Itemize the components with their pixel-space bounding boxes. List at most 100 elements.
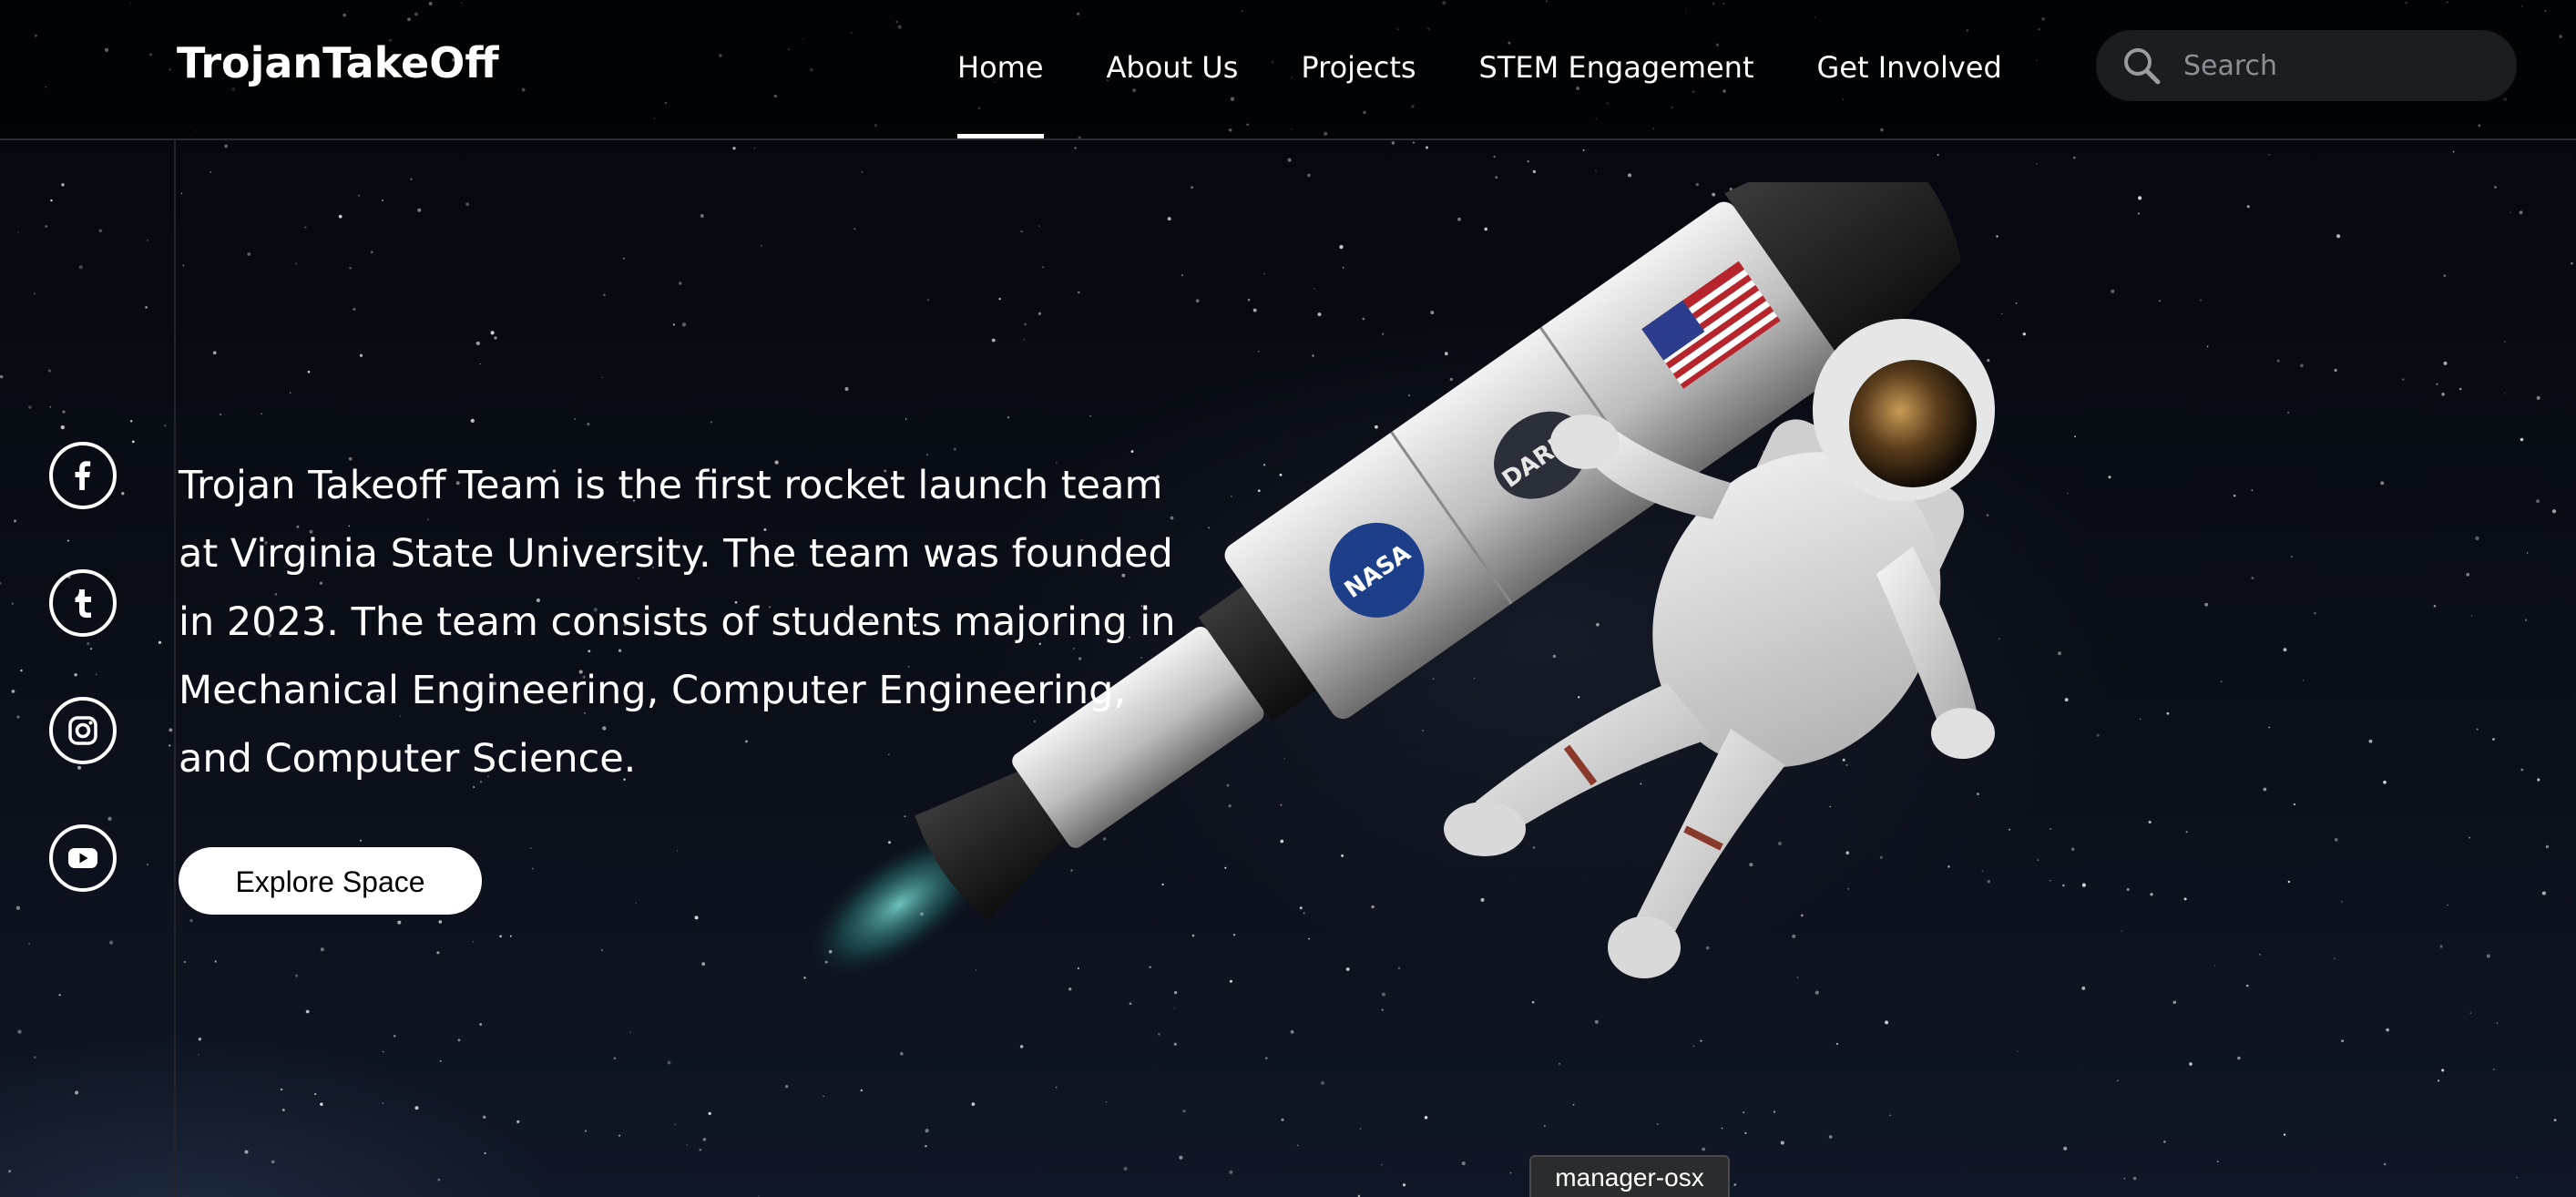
star xyxy=(2368,739,2373,743)
star xyxy=(437,1178,441,1182)
star xyxy=(314,1092,317,1096)
star xyxy=(184,961,186,963)
star xyxy=(50,199,53,202)
nav-about-us[interactable]: About Us xyxy=(1107,0,1239,138)
instagram-link[interactable] xyxy=(49,697,117,764)
star xyxy=(2466,572,2470,577)
star xyxy=(87,642,90,646)
hero-line: and Computer Science. xyxy=(179,736,637,782)
star xyxy=(1461,1161,1466,1166)
star xyxy=(2551,509,2557,514)
star xyxy=(62,410,66,414)
star xyxy=(74,673,77,677)
star xyxy=(77,765,82,770)
star xyxy=(1229,1170,1233,1174)
star xyxy=(438,920,443,924)
main-nav: Home About Us Projects STEM Engagement G… xyxy=(957,0,2065,138)
star xyxy=(484,1152,486,1154)
nav-get-involved[interactable]: Get Involved xyxy=(1817,0,2002,138)
star xyxy=(1123,1166,1128,1171)
star xyxy=(1733,1183,1737,1187)
star xyxy=(295,974,298,977)
star xyxy=(1702,1147,1706,1151)
star xyxy=(382,1050,384,1053)
star xyxy=(198,1038,202,1041)
star xyxy=(2123,1178,2125,1180)
star xyxy=(212,351,217,355)
star xyxy=(1391,141,1395,145)
hero-line: at Virginia State University. The team w… xyxy=(179,531,1173,577)
star xyxy=(66,539,69,542)
star xyxy=(2441,1069,2445,1072)
star xyxy=(436,951,440,955)
star xyxy=(414,1106,419,1110)
nav-stem-engagement[interactable]: STEM Engagement xyxy=(1479,0,1754,138)
star xyxy=(17,1029,22,1034)
tumblr-link[interactable] xyxy=(49,569,117,637)
youtube-link[interactable] xyxy=(49,824,117,892)
star xyxy=(60,425,65,430)
star xyxy=(169,744,171,747)
site-logo[interactable]: TrojanTakeOff xyxy=(177,38,499,87)
star xyxy=(1744,1131,1747,1134)
star xyxy=(529,847,532,849)
star xyxy=(2334,957,2336,959)
star xyxy=(587,422,590,426)
star xyxy=(516,1120,520,1123)
star xyxy=(490,331,495,335)
star xyxy=(635,902,638,905)
star xyxy=(338,214,342,219)
star xyxy=(2334,838,2338,842)
star xyxy=(2402,378,2405,381)
star xyxy=(397,920,402,925)
star xyxy=(2452,150,2455,153)
star xyxy=(1413,141,1415,144)
youtube-icon xyxy=(68,848,97,868)
star xyxy=(58,994,61,997)
explore-space-button[interactable]: Explore Space xyxy=(179,847,482,915)
star xyxy=(2470,615,2473,617)
star xyxy=(304,226,307,229)
star xyxy=(417,208,422,212)
star xyxy=(1780,1141,1784,1145)
star xyxy=(28,405,32,409)
star xyxy=(89,648,93,650)
star xyxy=(2458,387,2462,391)
star xyxy=(1179,1155,1183,1160)
star xyxy=(1425,146,1429,149)
star xyxy=(2520,768,2524,772)
star xyxy=(1402,1183,1406,1187)
star xyxy=(2439,945,2443,948)
star xyxy=(108,940,114,945)
star xyxy=(1595,169,1597,171)
star xyxy=(410,178,413,180)
star xyxy=(16,715,20,719)
star xyxy=(494,336,497,340)
star xyxy=(49,405,52,408)
search-box[interactable] xyxy=(2096,30,2517,101)
star xyxy=(2336,234,2341,239)
star xyxy=(1381,1163,1383,1166)
nav-projects[interactable]: Projects xyxy=(1301,0,1416,138)
star xyxy=(210,171,211,173)
star xyxy=(758,1194,760,1196)
star xyxy=(2268,726,2271,729)
star xyxy=(158,640,162,644)
star xyxy=(189,918,193,923)
star xyxy=(169,728,173,732)
star xyxy=(2493,185,2498,189)
star xyxy=(2380,481,2385,486)
facebook-link[interactable] xyxy=(49,442,117,509)
star xyxy=(2476,728,2479,731)
star xyxy=(0,374,4,379)
star xyxy=(359,353,363,357)
search-input[interactable] xyxy=(2182,48,2486,83)
star xyxy=(509,935,512,937)
nav-home[interactable]: Home xyxy=(957,0,1044,138)
star xyxy=(1296,1144,1299,1147)
star xyxy=(121,492,125,496)
star xyxy=(629,1031,631,1033)
star xyxy=(2504,341,2506,343)
star xyxy=(2441,393,2445,396)
star xyxy=(370,251,373,254)
